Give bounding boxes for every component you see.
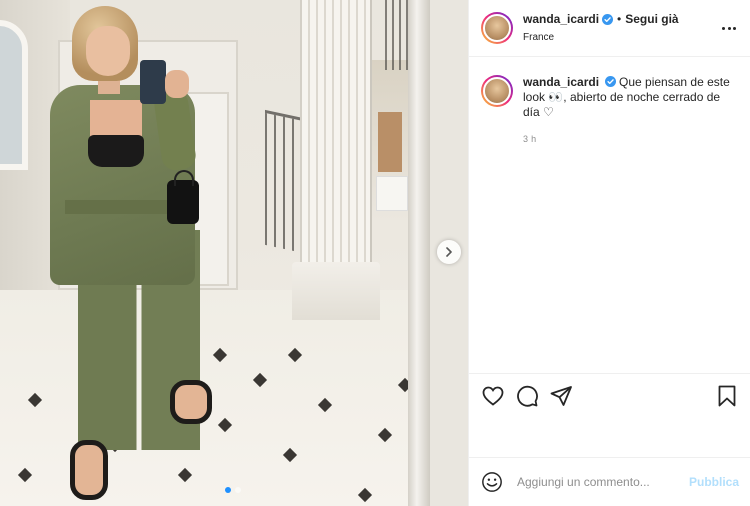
verified-badge-icon bbox=[602, 13, 614, 25]
verified-badge-icon bbox=[605, 76, 617, 87]
comment-bar: Pubblica bbox=[469, 457, 750, 506]
cardboard-box bbox=[378, 112, 402, 172]
column-base bbox=[292, 262, 380, 320]
arched-window bbox=[0, 20, 28, 170]
mirror-frame bbox=[408, 0, 430, 506]
timestamp[interactable]: 3 h bbox=[523, 132, 733, 147]
caption-username[interactable]: wanda_icardi bbox=[523, 75, 599, 89]
next-slide-button[interactable] bbox=[437, 240, 461, 264]
caption: wanda_icardi Que piensan de este look 👀,… bbox=[469, 57, 750, 147]
more-options-icon[interactable] bbox=[722, 22, 736, 34]
post-header: wanda_icardi • Segui già France bbox=[469, 0, 750, 57]
comment-input[interactable] bbox=[517, 475, 689, 489]
person bbox=[40, 0, 240, 506]
avatar[interactable] bbox=[481, 12, 513, 44]
chevron-right-icon bbox=[446, 247, 452, 257]
share-plane-icon[interactable] bbox=[549, 384, 573, 408]
storage-boxes bbox=[376, 176, 408, 211]
heart-icon[interactable] bbox=[481, 384, 505, 408]
location-link[interactable]: France bbox=[523, 30, 679, 45]
post-photo[interactable] bbox=[0, 0, 468, 506]
publish-button[interactable]: Pubblica bbox=[689, 475, 739, 489]
emoji-smile-icon[interactable] bbox=[481, 471, 503, 493]
action-bar bbox=[469, 373, 750, 417]
railing-upper bbox=[385, 0, 409, 70]
phone bbox=[140, 60, 166, 104]
carousel-dot-active bbox=[225, 487, 231, 493]
bookmark-icon[interactable] bbox=[715, 384, 739, 408]
handbag bbox=[167, 170, 199, 224]
marble-column bbox=[300, 0, 372, 270]
separator: • bbox=[617, 11, 622, 26]
carousel-indicator bbox=[225, 487, 241, 493]
caption-avatar[interactable] bbox=[481, 75, 513, 107]
comment-icon[interactable] bbox=[515, 384, 539, 408]
follow-button[interactable]: Segui già bbox=[625, 12, 678, 27]
post-side-panel: wanda_icardi • Segui già France wanda_ic… bbox=[468, 0, 750, 506]
author-username[interactable]: wanda_icardi bbox=[523, 12, 599, 27]
carousel-dot bbox=[235, 487, 241, 493]
